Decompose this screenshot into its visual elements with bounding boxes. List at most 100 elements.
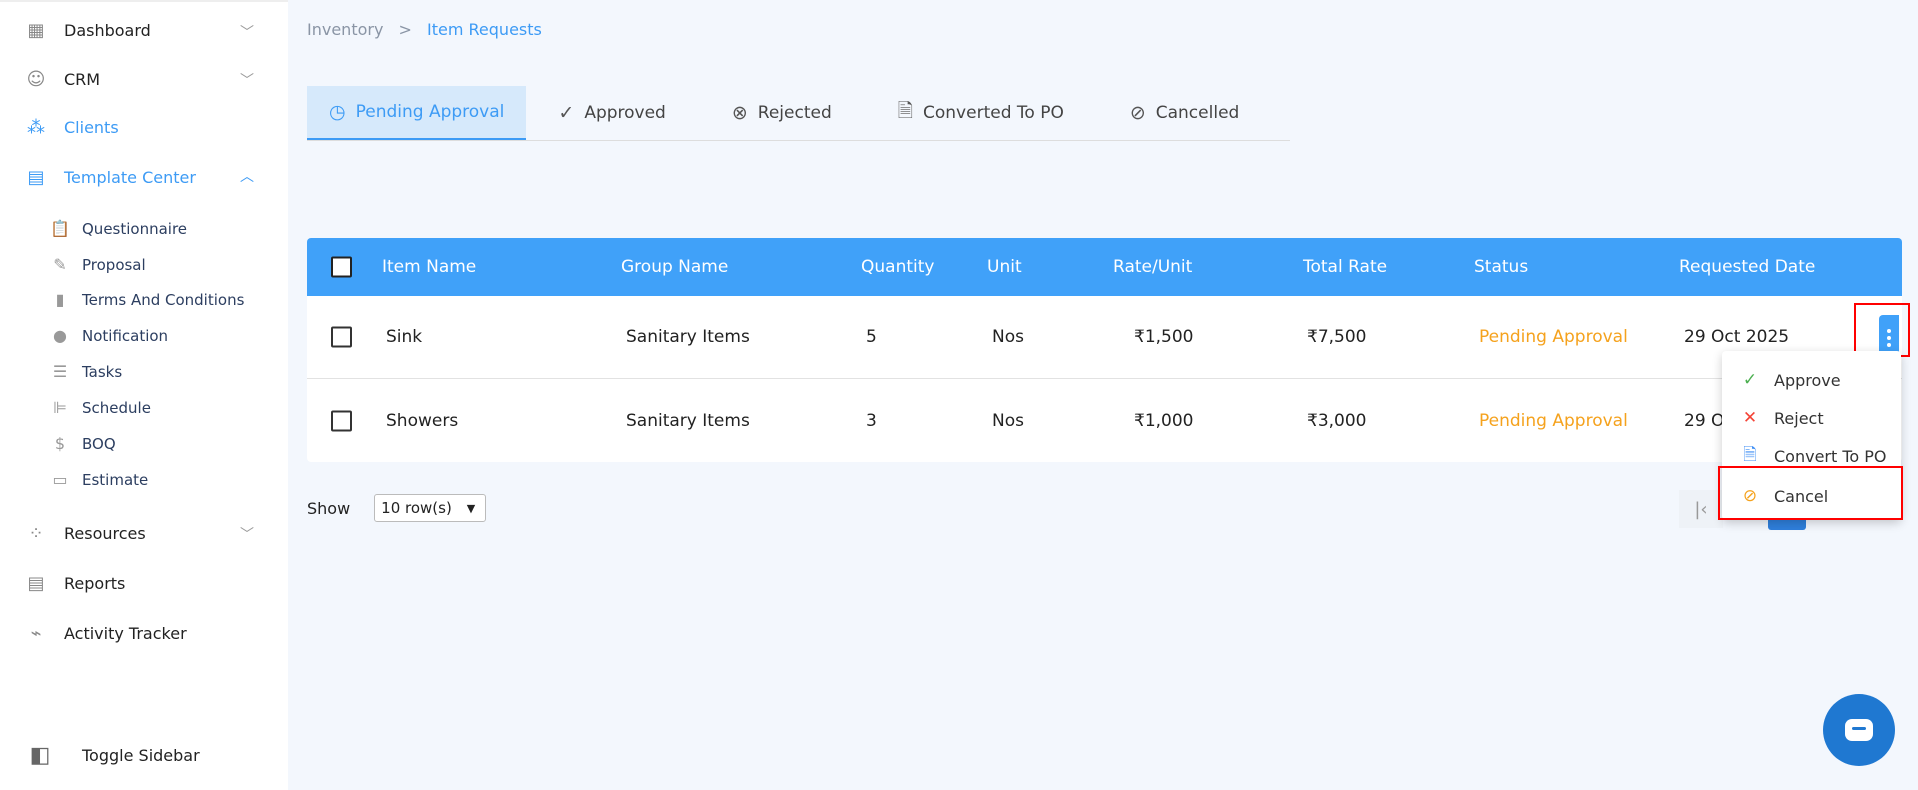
- rows-per-page-select[interactable]: 10 row(s) ▼: [374, 494, 487, 522]
- menu-item-convert-to-po[interactable]: 🗎 Convert To PO: [1722, 437, 1901, 475]
- item-name: Sink: [386, 327, 423, 347]
- status-tabs: ◷ Pending Approval ✓ Approved ⊗ Rejected 🗎 C…: [307, 86, 1290, 141]
- unit: Nos: [992, 410, 1024, 431]
- dashboard-icon: ▦: [27, 19, 45, 41]
- table-row: Sink Sanitary Items 5 Nos ₹1,500 ₹7,500 …: [307, 296, 1902, 379]
- check-circle-icon: ✓: [558, 102, 575, 124]
- ban-icon: ⊘: [1742, 486, 1758, 506]
- header-total-rate[interactable]: Total Rate: [1303, 257, 1387, 277]
- sidebar: ▦ Dashboard ﹀ ☺ CRM ﹀ ⁂ Clients ▤ Template C…: [0, 0, 288, 790]
- row-checkbox[interactable]: [331, 326, 352, 348]
- boq-icon: $: [54, 434, 66, 453]
- sidebar-item-template-center[interactable]: ▤ Template Center: [24, 166, 195, 188]
- sidebar-sub-schedule[interactable]: ⊫ Schedule: [50, 398, 151, 417]
- row-actions-menu: ✓ Approve ✕ Reject 🗎 Convert To PO ⊘ Cancel: [1722, 351, 1901, 520]
- show-label: Show: [307, 498, 351, 518]
- layout-icon: ◧: [29, 742, 51, 768]
- caret-down-icon: ▼: [466, 501, 476, 515]
- sidebar-sub-boq[interactable]: $ BOQ: [50, 434, 116, 453]
- schedule-icon: ⊫: [53, 398, 67, 417]
- rate-unit: ₹1,000: [1134, 410, 1194, 431]
- header-group-name[interactable]: Group Name: [621, 257, 728, 277]
- x-circle-icon: ⊗: [731, 102, 748, 124]
- sidebar-sub-proposal[interactable]: ✎ Proposal: [50, 255, 145, 274]
- user-gear-icon: ●: [53, 326, 67, 345]
- sidebar-item-clients[interactable]: ⁂ Clients: [24, 116, 119, 138]
- item-name: Showers: [386, 410, 459, 431]
- rows-value: 10 row(s): [381, 499, 452, 517]
- group-name: Sanitary Items: [626, 327, 750, 347]
- item-requests-table: Item Name Group Name Quantity Unit Rate/…: [307, 238, 1902, 462]
- rate-unit: ₹1,500: [1134, 327, 1194, 347]
- current-page-button[interactable]: [1768, 520, 1806, 530]
- chevron-down-icon[interactable]: ﹀: [240, 70, 254, 90]
- sidebar-item-resources[interactable]: ⁘ Resources: [24, 522, 145, 544]
- table-row: Showers Sanitary Items 3 Nos ₹1,000 ₹3,0…: [307, 379, 1902, 462]
- chevron-up-icon[interactable]: ︿: [240, 166, 254, 186]
- status-badge: Pending Approval: [1479, 410, 1628, 431]
- file-icon: ▮: [55, 290, 65, 309]
- template-icon: ▤: [27, 166, 45, 188]
- ban-icon: ⊘: [1129, 102, 1146, 124]
- breadcrumb: Inventory > Item Requests: [307, 20, 542, 39]
- breadcrumb-inventory[interactable]: Inventory: [307, 20, 383, 39]
- tasks-icon: ☰: [52, 362, 68, 381]
- toggle-sidebar-button[interactable]: ◧ Toggle Sidebar: [28, 742, 200, 768]
- sidebar-sub-questionnaire[interactable]: 📋 Questionnaire: [50, 219, 187, 238]
- total-rate: ₹3,000: [1307, 410, 1367, 431]
- chevron-down-icon[interactable]: ﹀: [240, 22, 254, 42]
- reports-icon: ▤: [27, 572, 45, 594]
- select-all-checkbox[interactable]: [331, 256, 352, 278]
- row-checkbox[interactable]: [331, 410, 352, 431]
- document-icon: 🗎: [1743, 444, 1757, 465]
- tab-pending-approval[interactable]: ◷ Pending Approval: [307, 86, 527, 140]
- check-icon: ✓: [1742, 370, 1758, 390]
- unit: Nos: [992, 327, 1024, 347]
- total-rate: ₹7,500: [1307, 327, 1367, 347]
- chevron-down-icon[interactable]: ﹀: [240, 524, 254, 544]
- header-quantity[interactable]: Quantity: [861, 257, 934, 277]
- tab-converted-to-po[interactable]: 🗎 Converted To PO: [876, 86, 1086, 140]
- header-unit[interactable]: Unit: [987, 257, 1022, 277]
- activity-icon: ⌁: [30, 622, 42, 644]
- quantity: 5: [866, 327, 877, 347]
- sidebar-item-dashboard[interactable]: ▦ Dashboard: [24, 19, 150, 41]
- close-icon: ✕: [1742, 408, 1758, 428]
- sidebar-sub-estimate[interactable]: ▭ Estimate: [50, 470, 148, 489]
- table-header: Item Name Group Name Quantity Unit Rate/…: [307, 238, 1902, 296]
- clipboard-icon: 📋: [50, 219, 70, 238]
- main-content: Inventory > Item Requests ◷ Pending Appro…: [288, 0, 1918, 790]
- tab-rejected[interactable]: ⊗ Rejected: [710, 86, 854, 140]
- menu-item-cancel[interactable]: ⊘ Cancel: [1722, 477, 1901, 515]
- menu-item-approve[interactable]: ✓ Approve: [1722, 361, 1901, 399]
- clock-icon: ◷: [329, 101, 346, 123]
- quantity: 3: [866, 410, 877, 431]
- document-icon: 🗎: [897, 100, 914, 122]
- header-rate-unit[interactable]: Rate/Unit: [1113, 257, 1192, 277]
- group-name: Sanitary Items: [626, 410, 750, 431]
- chat-icon: [1845, 719, 1873, 741]
- rows-per-page: Show 10 row(s) ▼: [307, 494, 487, 522]
- breadcrumb-separator: >: [398, 20, 412, 39]
- header-status[interactable]: Status: [1474, 257, 1528, 277]
- header-requested-date[interactable]: Requested Date: [1679, 257, 1815, 277]
- resources-icon: ⁘: [28, 522, 44, 544]
- chat-button[interactable]: [1823, 694, 1895, 766]
- tab-cancelled[interactable]: ⊘ Cancelled: [1108, 86, 1262, 140]
- sidebar-sub-tasks[interactable]: ☰ Tasks: [50, 362, 122, 381]
- sidebar-sub-terms[interactable]: ▮ Terms And Conditions: [50, 290, 245, 309]
- sidebar-item-reports[interactable]: ▤ Reports: [24, 572, 125, 594]
- crm-icon: ☺: [26, 68, 46, 90]
- menu-item-reject[interactable]: ✕ Reject: [1722, 399, 1901, 437]
- clients-icon: ⁂: [27, 116, 45, 138]
- first-page-button[interactable]: |‹: [1679, 490, 1723, 528]
- estimate-icon: ▭: [52, 470, 68, 489]
- header-item-name[interactable]: Item Name: [382, 257, 476, 277]
- sidebar-item-activity-tracker[interactable]: ⌁ Activity Tracker: [24, 622, 187, 644]
- sidebar-sub-notification[interactable]: ● Notification: [50, 326, 168, 345]
- status-badge: Pending Approval: [1479, 327, 1628, 347]
- tab-approved[interactable]: ✓ Approved: [536, 86, 687, 140]
- breadcrumb-current: Item Requests: [427, 20, 542, 39]
- sidebar-item-crm[interactable]: ☺ CRM: [24, 68, 100, 90]
- first-page-icon: |‹: [1694, 498, 1708, 520]
